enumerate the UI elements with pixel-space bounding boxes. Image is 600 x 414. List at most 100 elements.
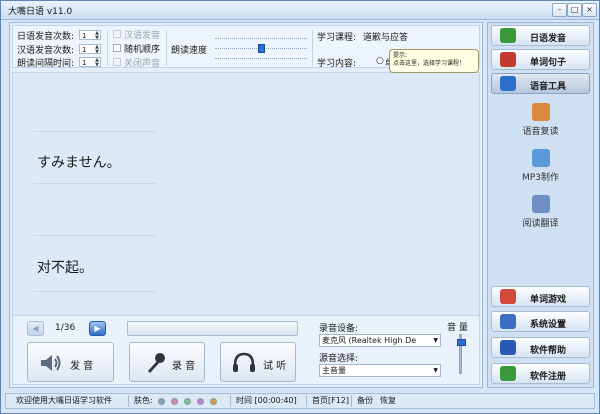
- interval-spinner[interactable]: 1 ▲ ▼: [79, 57, 101, 68]
- jp-count-value: 1: [82, 32, 87, 40]
- window-title: 大嘴日语 v11.0: [8, 7, 73, 17]
- course-selector[interactable]: 道歉与应答: [363, 30, 408, 43]
- speak-button[interactable]: 发 音: [27, 342, 114, 382]
- sidebar-item-word-games[interactable]: 单词游戏: [491, 286, 590, 307]
- skin-color-swatch[interactable]: [158, 398, 165, 405]
- source-select[interactable]: 主音量 ▼: [319, 364, 441, 377]
- divider: [166, 30, 167, 66]
- cn-voice-label: 汉语发音: [124, 31, 161, 41]
- divider: [33, 291, 155, 292]
- divider: [230, 395, 231, 407]
- tool-label: MP3制作: [522, 173, 559, 183]
- skin-color-swatch[interactable]: [210, 398, 217, 405]
- speaker-icon: [500, 76, 516, 91]
- divider: [33, 131, 155, 132]
- divider: [351, 395, 352, 407]
- source-value: 主音量: [322, 366, 346, 375]
- tool-label: 语音复读: [522, 127, 559, 137]
- tool-voice-repeat[interactable]: 语音复读: [491, 103, 590, 137]
- content-label: 学习内容:: [317, 59, 357, 69]
- record-device-value: 麦克风 (Realtek High De: [322, 336, 417, 345]
- main-panel: 日语发音次数: 1 ▲ ▼ 汉语发音次数: 1 ▲ ▼ 朗读间隔时间: 1 ▲ ▼ 汉语发音…: [9, 22, 483, 388]
- next-button[interactable]: ▶: [89, 321, 106, 336]
- speak-label: 发 音: [70, 361, 94, 372]
- sidebar-item-jp-pronunciation[interactable]: 日语发音: [491, 25, 590, 46]
- puzzle-icon: [500, 289, 516, 304]
- jp-count-label: 日语发音次数:: [17, 32, 75, 42]
- tooltip-title: 提示:: [393, 52, 408, 59]
- interval-label: 朗读间隔时间:: [17, 59, 75, 69]
- skin-color-swatch[interactable]: [184, 398, 191, 405]
- speed-scale: [215, 58, 307, 60]
- sidebar-item-label: 单词游戏: [530, 295, 567, 305]
- volume-label: 音 量: [447, 323, 468, 333]
- books-icon: [500, 52, 516, 67]
- interval-value: 1: [82, 59, 87, 67]
- skin-color-swatch[interactable]: [197, 398, 204, 405]
- speed-slider-thumb[interactable]: [258, 44, 265, 53]
- skin-label: 肤色:: [134, 396, 153, 405]
- sidebar-item-help[interactable]: 软件帮助: [491, 337, 590, 358]
- listen-label: 试 听: [263, 361, 287, 372]
- microphone-icon: [148, 353, 165, 373]
- backup-link[interactable]: 备份: [357, 395, 373, 406]
- volume-slider-thumb[interactable]: [457, 339, 466, 347]
- sidebar-item-label: 软件注册: [530, 372, 567, 382]
- divider: [33, 235, 155, 236]
- sidebar-item-label: 软件帮助: [530, 346, 567, 356]
- mute-label: 关闭声音: [124, 59, 161, 69]
- sidebar-item-label: 系统设置: [530, 320, 567, 330]
- sidebar-item-settings[interactable]: 系统设置: [491, 311, 590, 332]
- spin-arrows-icon: ▲ ▼: [95, 30, 99, 41]
- sidebar-item-register[interactable]: 软件注册: [491, 363, 590, 384]
- person-icon: [531, 103, 550, 121]
- divider: [312, 30, 313, 66]
- tool-mp3-maker[interactable]: MP3制作: [491, 149, 590, 183]
- page-indicator: 1/36: [55, 323, 76, 333]
- elapsed-time: 时间 [00:00:40]: [236, 396, 297, 405]
- random-order-checkbox[interactable]: [113, 44, 121, 52]
- listen-button[interactable]: 试 听: [220, 342, 296, 382]
- tool-label: 阅读翻译: [522, 219, 559, 229]
- spin-arrows-icon: ▲ ▼: [95, 57, 99, 68]
- close-button[interactable]: ×: [582, 3, 597, 17]
- restore-link[interactable]: 恢复: [380, 395, 396, 406]
- study-content-area: すみません。 对不起。: [12, 72, 480, 324]
- cn-count-value: 1: [82, 46, 87, 54]
- home-link[interactable]: 首页[F12]: [312, 395, 349, 406]
- dropdown-arrow-icon: ▼: [433, 367, 438, 374]
- register-icon: [500, 366, 516, 381]
- status-bar: 欢迎使用大嘴日语学习软件 肤色: 时间 [00:00:40] 首页[F12] 备…: [5, 393, 595, 409]
- record-device-label: 录音设备:: [319, 324, 359, 334]
- divider: [306, 395, 307, 407]
- course-tooltip: 提示: 点击这里，选择学习课程！: [389, 49, 479, 73]
- tool-reading-translation[interactable]: 阅读翻译: [491, 195, 590, 229]
- dropdown-arrow-icon: ▼: [433, 337, 438, 344]
- maximize-button[interactable]: □: [567, 3, 582, 17]
- record-label: 录 音: [172, 361, 196, 372]
- welcome-text: 欢迎使用大嘴日语学习软件: [16, 396, 112, 405]
- mute-checkbox[interactable]: [113, 58, 121, 66]
- record-button[interactable]: 录 音: [129, 342, 205, 382]
- jp-count-spinner[interactable]: 1 ▲ ▼: [79, 30, 101, 41]
- cn-voice-checkbox[interactable]: [113, 30, 121, 38]
- headset-icon: [233, 352, 255, 372]
- random-order-label: 随机顺序: [124, 45, 161, 55]
- japanese-sentence: すみません。: [37, 155, 121, 171]
- book-icon: [500, 28, 516, 43]
- divider: [33, 183, 155, 184]
- sidebar-item-voice-tools[interactable]: 语音工具: [491, 73, 590, 94]
- skin-color-swatch[interactable]: [171, 398, 178, 405]
- sidebar-item-words-sentences[interactable]: 单词句子: [491, 49, 590, 70]
- prev-button[interactable]: ◀: [27, 321, 44, 336]
- divider: [107, 30, 108, 66]
- record-device-select[interactable]: 麦克风 (Realtek High De ▼: [319, 334, 441, 347]
- cn-count-spinner[interactable]: 1 ▲ ▼: [79, 44, 101, 55]
- speed-scale: [215, 38, 307, 40]
- speaker-icon: [41, 355, 61, 371]
- sidebar-item-label: 语音工具: [530, 82, 567, 92]
- progress-bar: [127, 321, 298, 336]
- minimize-button[interactable]: –: [552, 3, 567, 17]
- app-window: 大嘴日语 v11.0 – □ × 日语发音次数: 1 ▲ ▼ 汉语发音次数: 1 ▲ ▼…: [0, 0, 600, 414]
- content-radio[interactable]: ○: [376, 56, 384, 66]
